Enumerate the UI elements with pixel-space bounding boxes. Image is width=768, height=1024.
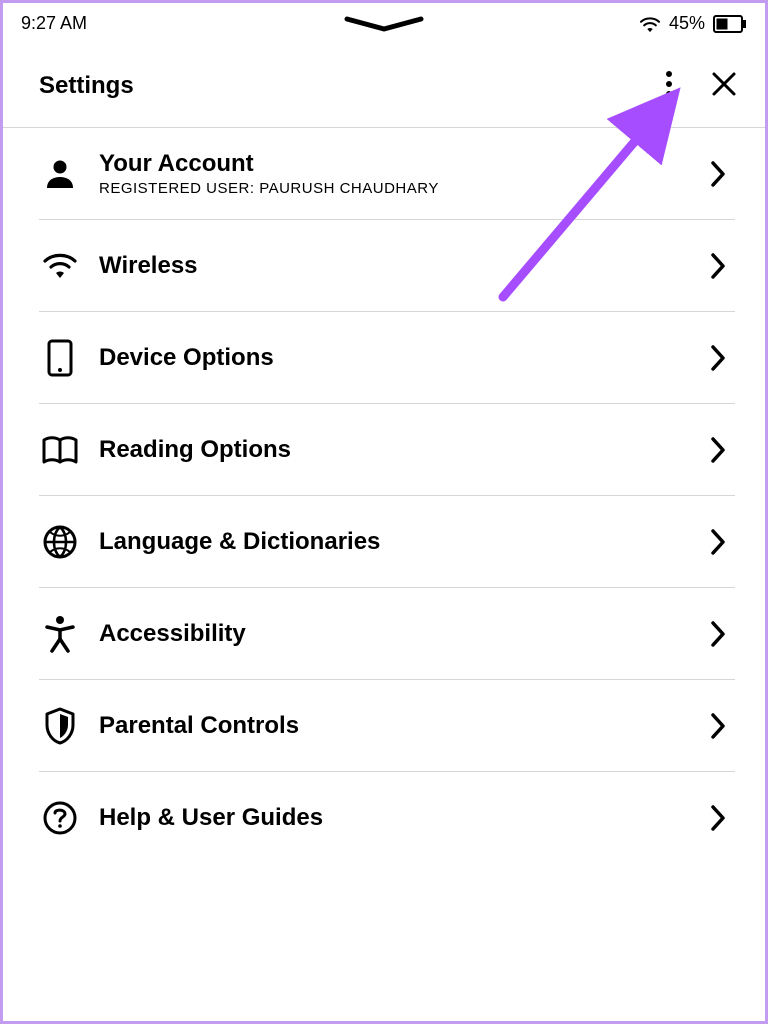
item-text: Language & Dictionaries: [81, 528, 701, 556]
device-icon: [39, 337, 81, 379]
chevron-right-icon: [701, 161, 735, 187]
item-label: Language & Dictionaries: [99, 528, 701, 556]
settings-item-accessibility[interactable]: Accessibility: [39, 588, 735, 680]
user-icon: [39, 153, 81, 195]
item-label: Parental Controls: [99, 712, 701, 740]
item-text: Wireless: [81, 252, 701, 280]
wifi-icon: [39, 245, 81, 287]
settings-item-parental-controls[interactable]: Parental Controls: [39, 680, 735, 772]
chevron-right-icon: [701, 253, 735, 279]
item-subtitle: REGISTERED USER: PAURUSH CHAUDHARY: [99, 180, 701, 197]
more-vertical-icon: [665, 70, 673, 101]
item-text: Your Account REGISTERED USER: PAURUSH CH…: [81, 150, 701, 197]
settings-item-help[interactable]: Help & User Guides: [39, 772, 735, 864]
chevron-right-icon: [701, 345, 735, 371]
wifi-icon: [639, 15, 661, 33]
globe-icon: [39, 521, 81, 563]
item-label: Reading Options: [99, 436, 701, 464]
settings-header: Settings: [3, 40, 765, 128]
settings-item-account[interactable]: Your Account REGISTERED USER: PAURUSH CH…: [39, 128, 735, 220]
close-icon: [711, 71, 737, 100]
swipe-handle-icon[interactable]: [339, 15, 429, 40]
chevron-right-icon: [701, 529, 735, 555]
more-menu-button[interactable]: [661, 66, 677, 105]
page-title: Settings: [39, 72, 134, 100]
chevron-right-icon: [701, 713, 735, 739]
chevron-right-icon: [701, 621, 735, 647]
item-text: Accessibility: [81, 620, 701, 648]
header-actions: [661, 66, 741, 105]
item-label: Your Account: [99, 150, 701, 178]
shield-icon: [39, 705, 81, 747]
help-icon: [39, 797, 81, 839]
item-text: Help & User Guides: [81, 804, 701, 832]
item-label: Device Options: [99, 344, 701, 372]
item-label: Accessibility: [99, 620, 701, 648]
settings-list: Your Account REGISTERED USER: PAURUSH CH…: [3, 128, 765, 864]
settings-item-language[interactable]: Language & Dictionaries: [39, 496, 735, 588]
chevron-right-icon: [701, 805, 735, 831]
item-label: Wireless: [99, 252, 701, 280]
item-text: Reading Options: [81, 436, 701, 464]
battery-pct: 45%: [669, 13, 705, 34]
chevron-right-icon: [701, 437, 735, 463]
settings-item-device-options[interactable]: Device Options: [39, 312, 735, 404]
item-text: Parental Controls: [81, 712, 701, 740]
accessibility-icon: [39, 613, 81, 655]
book-icon: [39, 429, 81, 471]
status-time: 9:27 AM: [21, 13, 87, 34]
status-right: 45%: [639, 13, 747, 34]
settings-item-reading-options[interactable]: Reading Options: [39, 404, 735, 496]
settings-item-wireless[interactable]: Wireless: [39, 220, 735, 312]
item-label: Help & User Guides: [99, 804, 701, 832]
battery-icon: [713, 15, 747, 33]
close-button[interactable]: [707, 67, 741, 104]
item-text: Device Options: [81, 344, 701, 372]
